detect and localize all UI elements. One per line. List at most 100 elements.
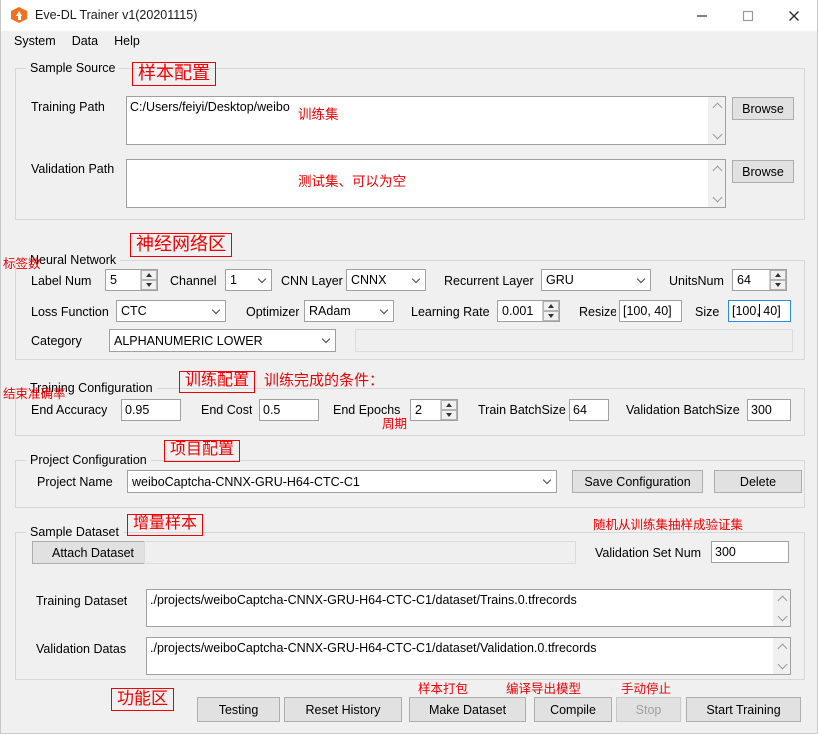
end-epochs-annotation: 周期 (382, 417, 408, 431)
save-configuration-button[interactable]: Save Configuration (572, 470, 703, 493)
menu-item-data[interactable]: Data (64, 32, 106, 50)
scroll-up-icon[interactable] (709, 97, 725, 114)
label-num-increment-icon[interactable] (141, 270, 157, 280)
train-batchsize-input[interactable]: 64 (569, 399, 609, 421)
chevron-down-icon[interactable] (632, 274, 650, 285)
sample-source-annotation: 样本配置 (132, 62, 216, 86)
units-num-increment-icon[interactable] (770, 270, 786, 280)
scroll-up-icon[interactable] (709, 160, 725, 177)
loss-function-select[interactable]: CTC (116, 300, 226, 322)
end-epochs-increment-icon[interactable] (441, 400, 457, 410)
neural-network-annotation: 神经网络区 (130, 233, 232, 257)
training-dataset-scrollbar[interactable] (773, 590, 790, 626)
validation-set-num-annotation: 随机从训练集抽样成验证集 (593, 518, 744, 532)
chevron-down-icon[interactable] (407, 274, 425, 285)
end-accuracy-label: End Accuracy (31, 403, 108, 417)
loss-function-value: CTC (121, 304, 147, 318)
compile-button[interactable]: Compile (534, 697, 612, 722)
label-num-decrement-icon[interactable] (141, 280, 157, 290)
scroll-down-icon[interactable] (709, 190, 725, 207)
validation-datas-label: Validation Datas (36, 642, 127, 656)
category-extra-field (355, 329, 793, 352)
category-label: Category (31, 334, 82, 348)
validation-path-browse-button[interactable]: Browse (732, 160, 794, 183)
delete-button[interactable]: Delete (714, 470, 802, 493)
learning-rate-label: Learning Rate (411, 305, 490, 319)
compile-annotation: 编译导出模型 (506, 682, 582, 696)
validation-path-input[interactable] (126, 159, 726, 208)
optimizer-select[interactable]: RAdam (304, 300, 394, 322)
close-icon[interactable] (771, 0, 817, 31)
project-name-value: weiboCaptcha-CNNX-GRU-H64-CTC-C1 (132, 474, 360, 489)
stop-button[interactable]: Stop (616, 697, 681, 722)
cnn-layer-select[interactable]: CNNX (346, 269, 426, 291)
end-cost-input[interactable]: 0.5 (259, 399, 319, 421)
training-path-browse-button[interactable]: Browse (732, 97, 794, 120)
maximize-icon[interactable] (725, 0, 771, 31)
project-configuration-title: Project Configuration (26, 453, 151, 467)
size-input[interactable]: [100, 40] (728, 300, 791, 322)
learning-rate-increment-icon[interactable] (543, 301, 559, 311)
end-accuracy-input[interactable]: 0.95 (121, 399, 181, 421)
window-title: Eve-DL Trainer v1(20201115) (35, 8, 198, 22)
chevron-down-icon[interactable] (375, 305, 393, 316)
scroll-down-icon[interactable] (709, 127, 725, 144)
make-dataset-button[interactable]: Make Dataset (409, 697, 526, 722)
label-num-value: 5 (110, 273, 117, 287)
validation-path-scrollbar[interactable] (708, 160, 725, 207)
units-num-value: 64 (737, 273, 751, 287)
units-num-stepper[interactable]: 64 (732, 269, 787, 291)
sample-source-title: Sample Source (26, 61, 120, 75)
end-cost-label: End Cost (201, 403, 253, 417)
category-select[interactable]: ALPHANUMERIC LOWER (109, 329, 336, 352)
project-configuration-annotation: 项目配置 (164, 440, 241, 462)
optimizer-label: Optimizer (246, 305, 300, 319)
menu-item-system[interactable]: System (6, 32, 64, 50)
resize-input[interactable]: [100, 40] (619, 300, 682, 322)
training-path-annotation: 训练集 (298, 107, 339, 122)
optimizer-value: RAdam (309, 304, 351, 318)
training-dataset-input[interactable]: ./projects/weiboCaptcha-CNNX-GRU-H64-CTC… (146, 589, 791, 627)
learning-rate-stepper[interactable]: 0.001 (497, 300, 560, 322)
scroll-down-icon[interactable] (774, 657, 790, 674)
menu-item-help[interactable]: Help (106, 32, 148, 50)
training-path-scrollbar[interactable] (708, 97, 725, 144)
reset-history-button[interactable]: Reset History (284, 697, 402, 722)
cnn-layer-label: CNN Layer (281, 274, 343, 288)
units-num-decrement-icon[interactable] (770, 280, 786, 290)
validation-datas-input[interactable]: ./projects/weiboCaptcha-CNNX-GRU-H64-CTC… (146, 637, 791, 675)
validation-batchsize-label: Validation BatchSize (626, 403, 740, 417)
end-epochs-stepper[interactable]: 2 (410, 399, 458, 421)
label-num-stepper[interactable]: 5 (105, 269, 158, 291)
training-configuration-annotation: 训练配置 (179, 371, 256, 393)
chevron-down-icon[interactable] (317, 334, 335, 345)
project-name-select[interactable]: weiboCaptcha-CNNX-GRU-H64-CTC-C1 (127, 470, 557, 493)
recurrent-layer-select[interactable]: GRU (541, 269, 651, 291)
resize-label: Resize (579, 305, 616, 319)
channel-select[interactable]: 1 (225, 269, 272, 291)
scroll-down-icon[interactable] (774, 609, 790, 626)
chevron-down-icon[interactable] (207, 305, 225, 316)
testing-button[interactable]: Testing (197, 697, 280, 722)
learning-rate-decrement-icon[interactable] (543, 311, 559, 321)
attach-dataset-button[interactable]: Attach Dataset (32, 541, 154, 564)
chevron-down-icon[interactable] (253, 274, 271, 285)
end-epochs-decrement-icon[interactable] (441, 410, 457, 420)
end-accuracy-annotation: 结束准确率 (3, 387, 66, 401)
chevron-down-icon[interactable] (538, 475, 556, 486)
window-controls (679, 0, 817, 31)
stop-annotation: 手动停止 (621, 682, 672, 696)
validation-path-label: Validation Path (31, 162, 115, 176)
minimize-icon[interactable] (679, 0, 725, 31)
validation-set-num-input[interactable]: 300 (711, 541, 789, 563)
menu-bar: System Data Help (1, 31, 817, 52)
recurrent-layer-value: GRU (546, 273, 574, 287)
validation-datas-scrollbar[interactable] (773, 638, 790, 674)
start-training-button[interactable]: Start Training (686, 697, 801, 722)
validation-batchsize-input[interactable]: 300 (747, 399, 791, 421)
cnn-layer-value: CNNX (351, 273, 387, 287)
training-path-input[interactable]: C:/Users/feiyi/Desktop/weibo (126, 96, 726, 145)
label-num-annotation: 标签数 (3, 257, 41, 271)
scroll-up-icon[interactable] (774, 638, 790, 655)
scroll-up-icon[interactable] (774, 590, 790, 607)
